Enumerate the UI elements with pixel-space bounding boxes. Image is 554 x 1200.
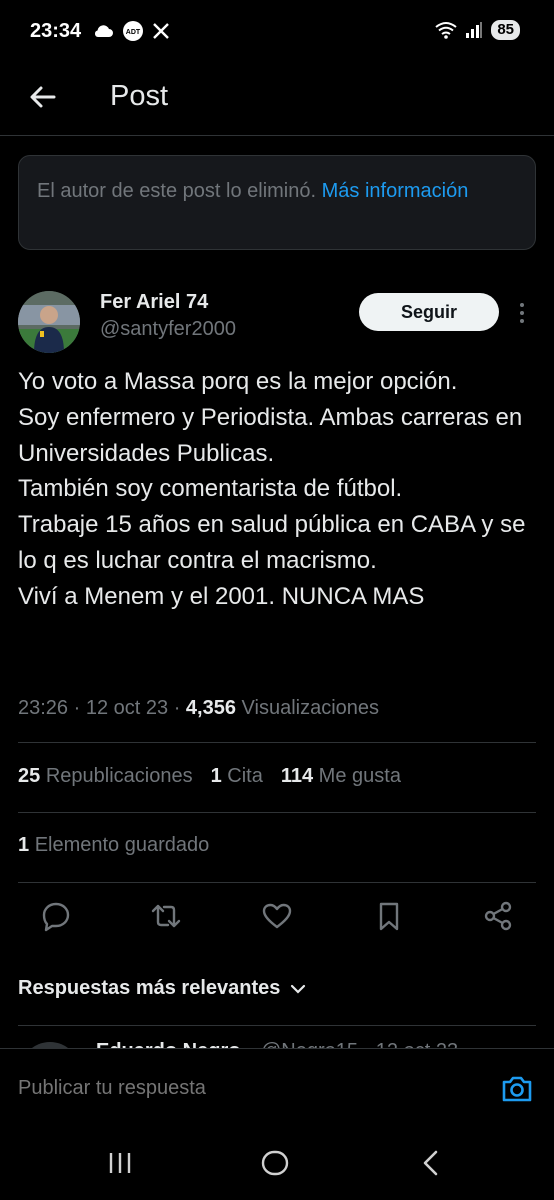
reply-author-name: Eduardo Negro <box>96 1040 240 1048</box>
notice-text: El autor de este post lo eliminó. <box>37 180 317 202</box>
status-time: 23:34 <box>30 20 82 42</box>
chevron-down-icon <box>291 984 306 994</box>
reply-item[interactable]: Eduardo Negro @Negro15 · 12 oct 23 <box>18 1030 536 1048</box>
replies-sort-dropdown[interactable]: Respuestas más relevantes <box>18 977 306 1000</box>
divider <box>18 812 536 813</box>
bookmark-icon[interactable] <box>373 900 405 932</box>
engagement-stats: 25 Republicaciones 1 Cita 114 Me gusta <box>18 765 401 788</box>
svg-text:ADT: ADT <box>126 29 141 36</box>
back-arrow-icon[interactable] <box>26 80 60 114</box>
share-icon[interactable] <box>482 900 514 932</box>
like-icon[interactable] <box>261 900 293 932</box>
adt-icon: ADT <box>123 21 143 41</box>
divider <box>18 882 536 883</box>
author-row: Fer Ariel 74 @santyfer2000 Seguir <box>18 285 536 355</box>
page-title: Post <box>110 80 169 112</box>
views-label[interactable]: Visualizaciones <box>242 697 380 719</box>
x-icon <box>153 23 169 39</box>
back-nav-icon[interactable] <box>416 1148 446 1178</box>
author-name[interactable]: Fer Ariel 74 <box>100 291 208 314</box>
camera-icon[interactable] <box>500 1073 534 1105</box>
wifi-icon <box>435 22 457 39</box>
home-icon[interactable] <box>260 1148 290 1178</box>
battery-icon: 85 <box>491 20 520 40</box>
replies-sort-label: Respuestas más relevantes <box>18 977 281 999</box>
cloud-icon <box>94 25 113 37</box>
reposts-stat[interactable]: 25 Republicaciones <box>18 765 193 788</box>
post-date: 12 oct 23 <box>85 697 169 719</box>
more-options-icon[interactable] <box>515 301 529 325</box>
reply-input[interactable] <box>18 1077 283 1100</box>
reply-author-handle: @Negro15 · 12 oct 23 <box>261 1040 458 1048</box>
more-info-link[interactable]: Más información <box>322 180 469 202</box>
system-nav-bar <box>0 1130 554 1200</box>
status-icons-left: ADT <box>92 20 170 42</box>
likes-stat[interactable]: 114 Me gusta <box>281 765 401 788</box>
divider <box>18 1025 536 1026</box>
reply-composer <box>0 1048 554 1130</box>
status-icons-right: 85 <box>435 20 520 40</box>
post-time: 23:26 <box>18 697 69 719</box>
status-bar: 23:34 ADT 85 <box>0 0 554 64</box>
top-app-bar: Post <box>0 64 554 136</box>
views-count: 4,356 <box>185 697 236 719</box>
recent-apps-icon[interactable] <box>105 1148 135 1178</box>
post-meta: 23:26 · 12 oct 23 · 4,356 Visualizacione… <box>18 697 380 719</box>
follow-button[interactable]: Seguir <box>359 293 499 331</box>
post-text: Yo voto a Massa porq es la mejor opción.… <box>18 368 526 610</box>
divider <box>18 742 536 743</box>
repost-icon[interactable] <box>150 900 182 932</box>
bookmarks-stat[interactable]: 1 Elemento guardado <box>18 834 209 857</box>
signal-icon <box>466 22 483 38</box>
quotes-stat[interactable]: 1 Cita <box>211 765 263 788</box>
reply-icon[interactable] <box>40 900 72 932</box>
author-handle[interactable]: @santyfer2000 <box>100 318 236 341</box>
deleted-post-notice: El autor de este post lo eliminó. Más in… <box>18 155 536 250</box>
action-bar <box>0 896 554 936</box>
avatar[interactable] <box>18 291 80 353</box>
